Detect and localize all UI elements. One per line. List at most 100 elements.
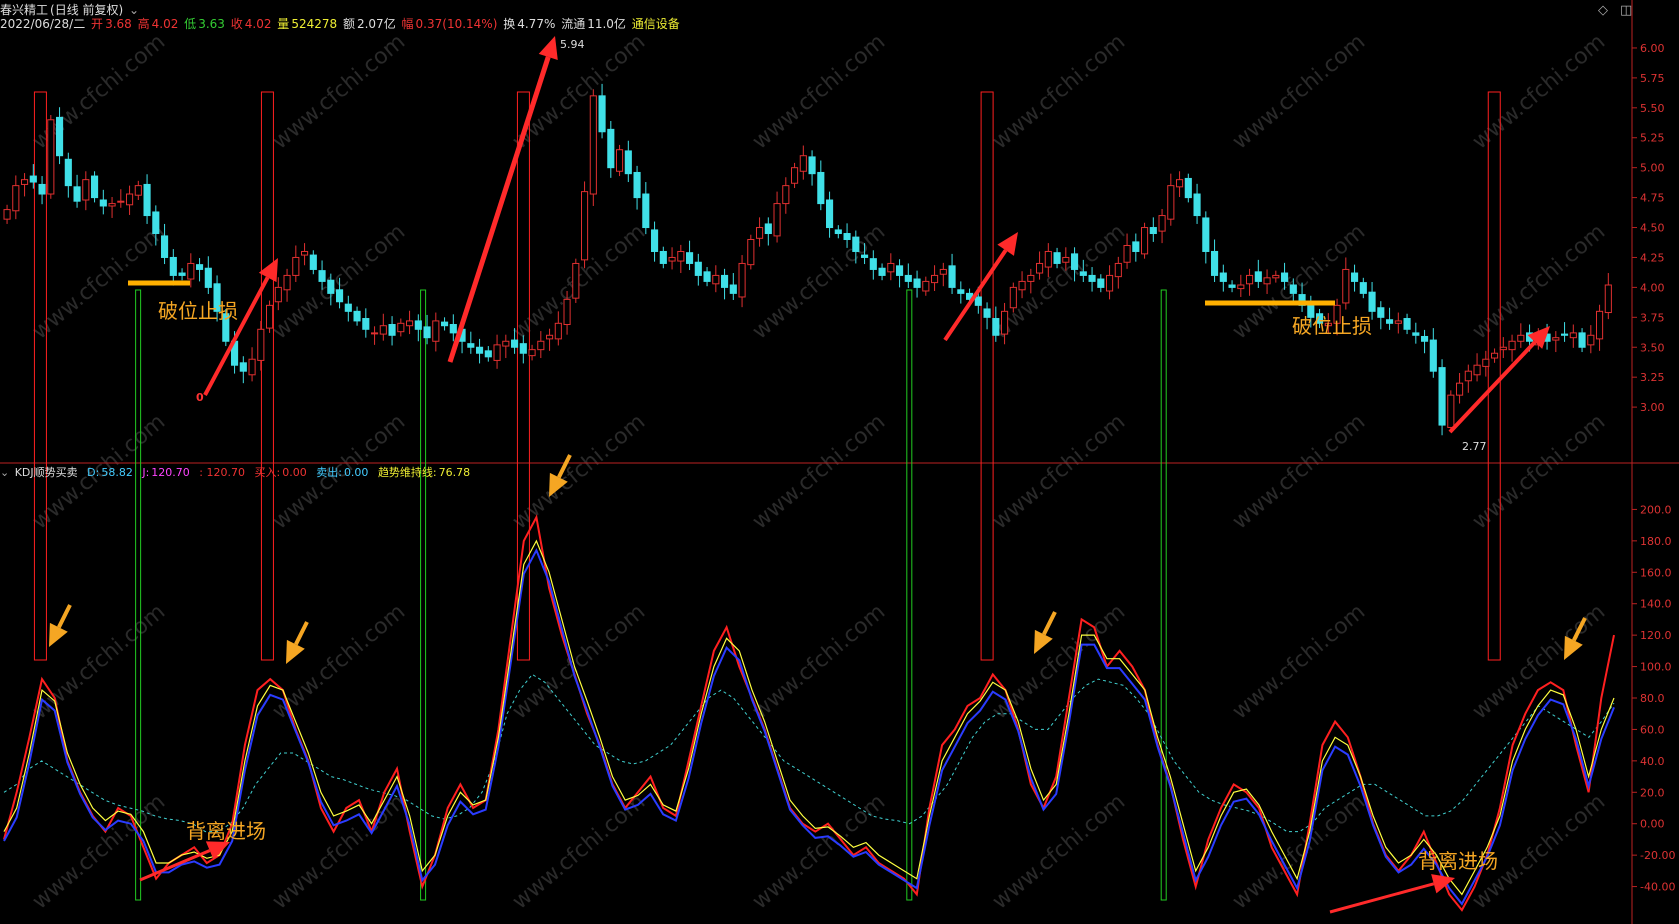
candle-body [738,262,746,298]
date-value: 2022/06/28/二 [0,17,86,31]
diamond-icon[interactable]: ◇ [1598,3,1608,18]
candle-body [301,250,309,256]
candle-body [327,279,335,294]
candle-body [589,95,597,195]
candle-body [773,203,781,237]
candle-body [3,209,11,220]
candle-body [56,116,64,157]
candle-body [721,274,729,288]
price-tick-label: 4.00 [1640,281,1665,294]
window-toggle-icon[interactable]: ◫ [1620,3,1632,18]
candle-body [799,155,807,172]
open-label: 开 [91,17,104,31]
candle-body [1001,310,1009,335]
candle-body [423,326,431,339]
candle-body [904,274,912,282]
candle-body [528,349,536,357]
candle-body [563,298,571,326]
watermark-text: www.cfchi.com [988,409,1130,534]
candle-body [694,261,702,276]
chevron-down-icon[interactable]: ⌄ [0,466,9,479]
candle-body [983,308,991,318]
candle-body [1438,367,1446,426]
buy-signal-box [906,289,913,901]
open-value: 3.68 [105,17,132,31]
candle-body [1281,272,1289,282]
candle-body [1079,271,1087,276]
candle-body [406,320,414,327]
indicator-header: ⌄ KDJ顺势买卖 D: 58.82 J: 120.70 : 120.70 买入: 0… [0,466,472,480]
candle-body [1517,334,1525,342]
candle-body [161,235,169,258]
candle-body [362,318,370,330]
candle-body [764,223,772,235]
watermark-text: www.cfchi.com [988,599,1130,724]
stop-loss-label-left: 破位止损 [158,299,238,323]
candle-body [686,252,694,264]
candle-body [1569,332,1577,339]
sector-link[interactable]: 通信设备 [632,17,680,31]
candle-body [82,179,90,201]
candle-body [1228,284,1236,288]
candle-body [1604,284,1612,314]
change-label: 幅 [401,17,414,31]
candle-body [379,325,387,335]
candle-body [712,274,720,285]
candle-body [826,199,834,229]
kdj-tick-label: 80.0 [1640,692,1665,705]
candle-body [651,229,659,252]
candle-body [1421,335,1429,342]
low-value: 3.63 [198,17,225,31]
divergence-label-left: 背离进场 [186,819,266,843]
candle-body [318,270,326,282]
candle-body [782,185,790,205]
kdj-tick-label: 160.0 [1640,566,1672,579]
watermark-text: www.cfchi.com [748,29,890,154]
candle-body [29,175,37,183]
candle-body [64,158,72,187]
watermark-text: www.cfchi.com [1468,409,1610,534]
candle-body [169,256,177,276]
candle-body [1351,272,1359,282]
watermark-text: www.cfchi.com [988,29,1130,154]
candle-body [607,128,615,169]
candle-body [239,362,247,372]
candle-body [616,149,624,172]
indicator-name[interactable]: KDJ顺势买卖 [15,466,78,479]
candle-body [1359,282,1367,294]
candle-body [948,265,956,288]
candle-body [248,358,256,376]
uptrend-arrow-head [538,36,558,61]
candle-body [1062,256,1070,263]
candle-body [1176,179,1184,188]
candle-body [1254,271,1262,282]
price-axis: 6.00 5.75 5.50 5.25 5.00 4.75 4.50 4.25 4.00 3.75… [1632,42,1665,414]
candle-body [633,171,641,199]
quote-header: 春兴精工 (日线 前复权) ⌄ 2022/06/28/二 开 3.68 高 4.02 … [0,3,682,31]
candle-body [432,320,440,342]
candle-body [73,186,81,202]
chevron-down-icon[interactable]: ⌄ [129,3,139,17]
stock-name[interactable]: 春兴精工 [0,3,48,17]
candlestick-series [3,83,1612,436]
candle-body [344,303,352,312]
candle-body [808,156,816,175]
candle-body [309,254,317,270]
close-label: 收 [230,17,243,31]
price-tick-label: 5.25 [1640,132,1665,145]
sell-signal-box [1487,91,1501,661]
turnover-label: 换 [503,17,516,31]
candle-body [1342,268,1350,304]
candle-body [99,199,107,207]
candle-body [834,229,842,235]
signal-pointer-arrow [1042,611,1057,636]
candle-body [1412,332,1420,336]
period-label[interactable]: (日线 前复权) [50,3,123,17]
sell-signal-box [260,91,274,661]
buy-signal-box [1160,289,1167,901]
price-tick-label: 5.75 [1640,72,1665,85]
candle-body [1141,227,1149,255]
kdj-tick-label: 120.0 [1640,629,1672,642]
watermark-text: www.cfchi.com [1228,789,1370,914]
candle-body [1193,193,1201,217]
